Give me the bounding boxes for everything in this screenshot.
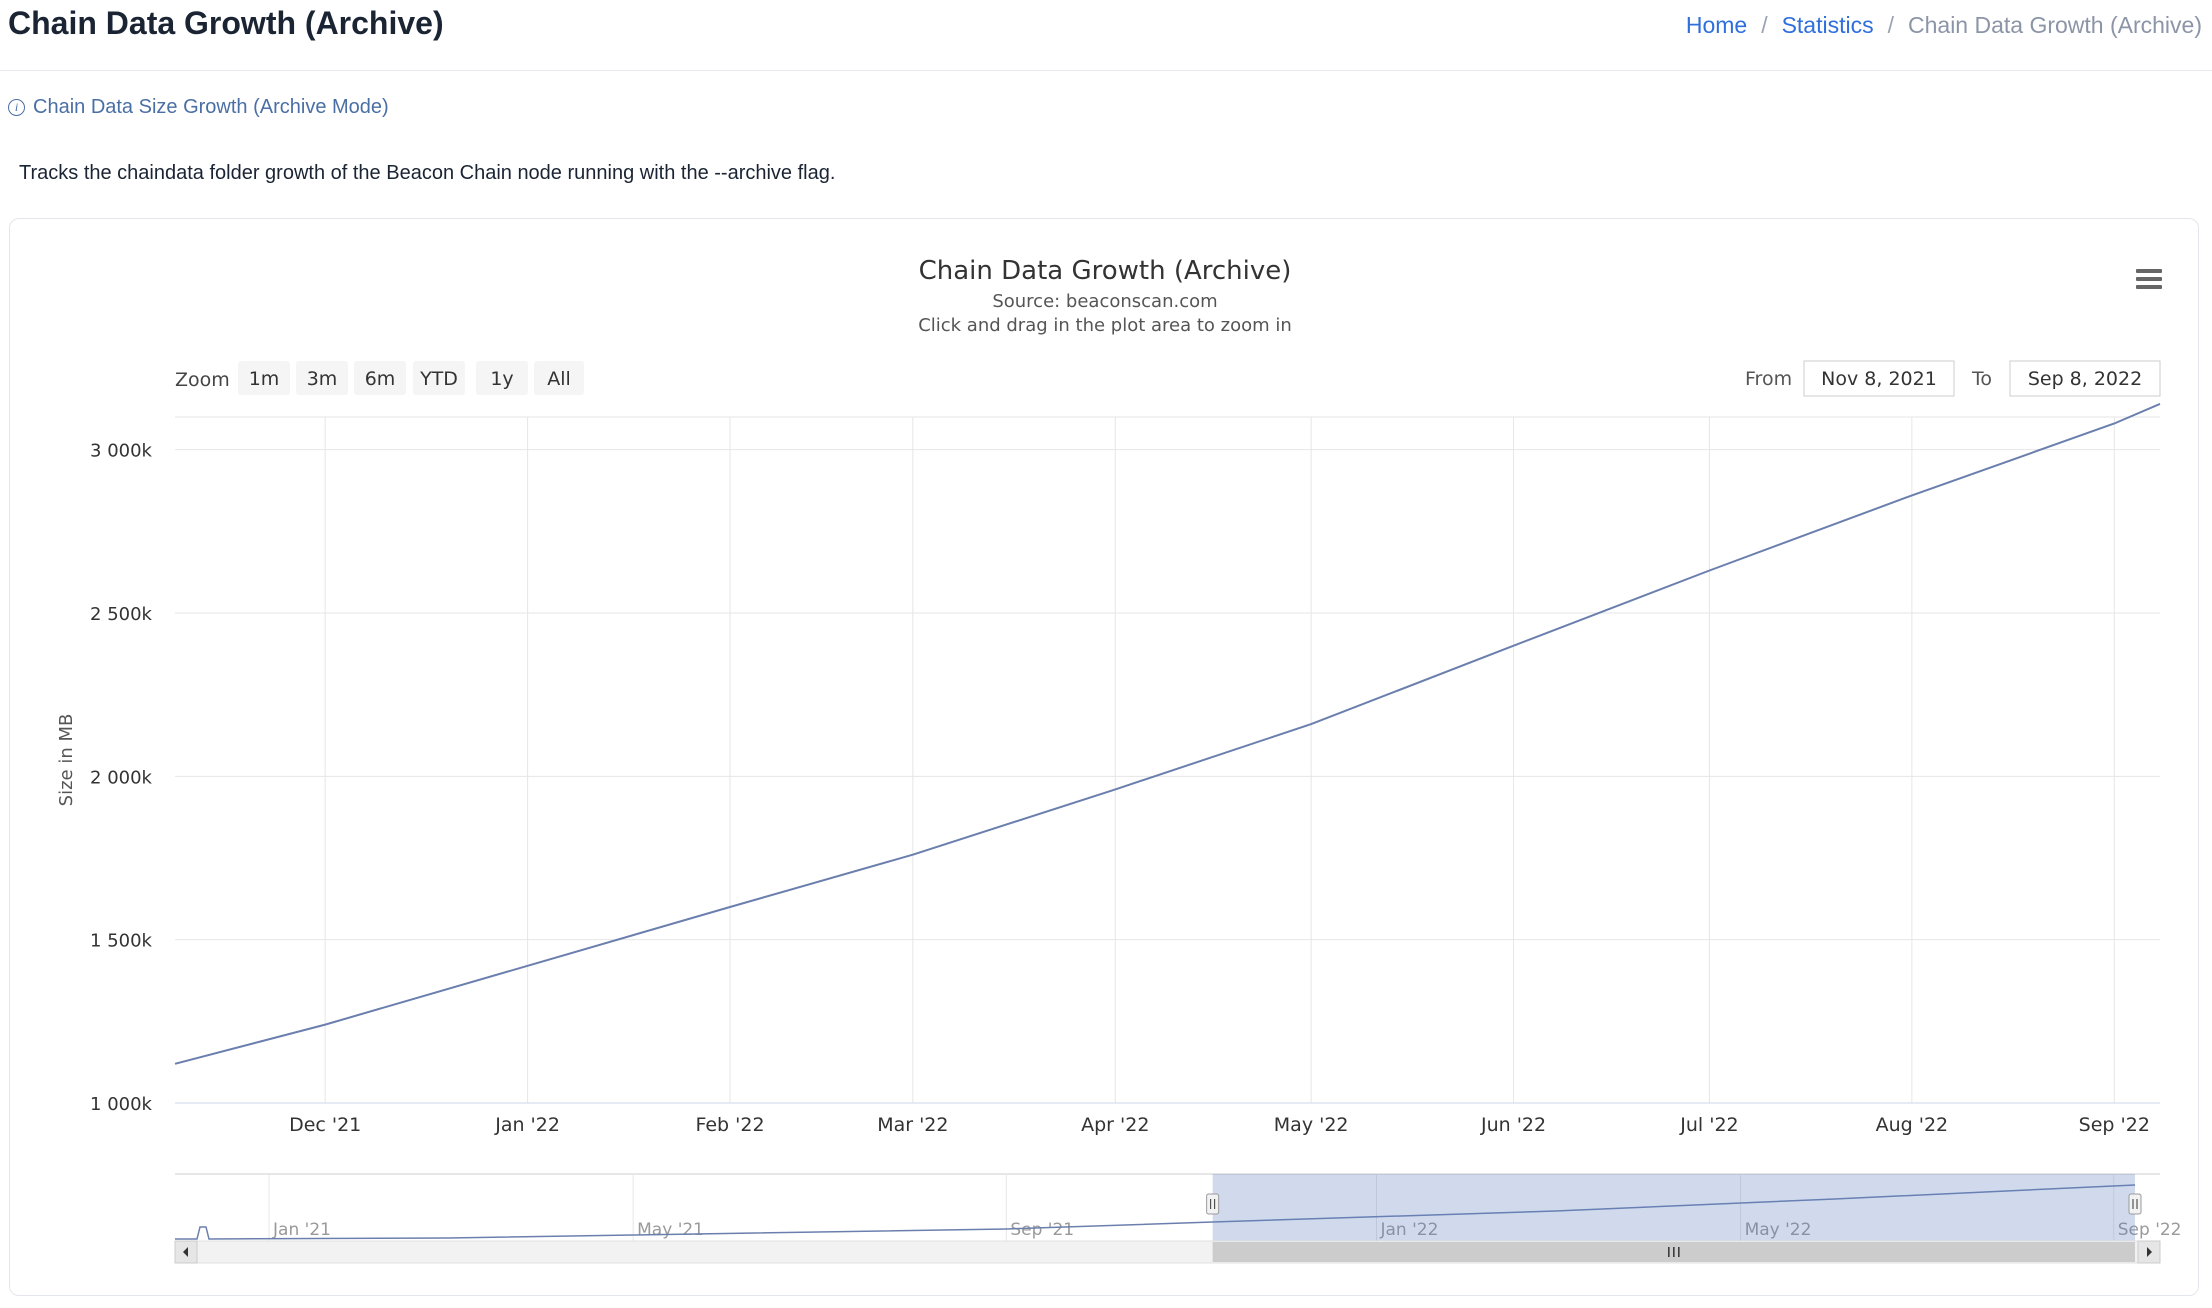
x-tick-label: Feb '22 bbox=[695, 1114, 764, 1136]
x-tick-label: Apr '22 bbox=[1081, 1114, 1149, 1136]
navigator-tick-label: May '21 bbox=[637, 1220, 704, 1240]
info-line: i Chain Data Size Growth (Archive Mode) bbox=[8, 96, 389, 119]
range-from-value: Nov 8, 2021 bbox=[1821, 368, 1937, 390]
breadcrumb-separator: / bbox=[1887, 12, 1894, 38]
x-tick-label: Aug '22 bbox=[1876, 1114, 1949, 1136]
range-to-label: To bbox=[1971, 368, 1992, 390]
y-tick-label: 2 500k bbox=[90, 604, 153, 625]
chart-subtitle: Source: beaconscan.com bbox=[992, 291, 1217, 312]
series-line-0[interactable] bbox=[174, 402, 2161, 1065]
hamburger-menu-icon[interactable] bbox=[2136, 269, 2162, 289]
chart-subtitle-hint: Click and drag in the plot area to zoom … bbox=[918, 315, 1292, 336]
navigator-right-handle[interactable] bbox=[2128, 1193, 2142, 1215]
y-tick-label: 3 000k bbox=[90, 441, 153, 462]
x-tick-label: Dec '21 bbox=[289, 1114, 361, 1136]
page-title: Chain Data Growth (Archive) bbox=[8, 5, 444, 41]
breadcrumb-current: Chain Data Growth (Archive) bbox=[1908, 12, 2202, 38]
zoom-button-label: YTD bbox=[419, 368, 458, 390]
chart-card: Chain Data Growth (Archive) Source: beaco… bbox=[9, 218, 2199, 1296]
x-tick-label: Jun '22 bbox=[1480, 1114, 1546, 1136]
x-tick-label: Jan '22 bbox=[494, 1114, 560, 1136]
y-tick-label: 1 000k bbox=[90, 1094, 153, 1115]
chart-svg[interactable]: Chain Data Growth (Archive) Source: beaco… bbox=[10, 219, 2200, 1297]
zoom-button-label: 1m bbox=[249, 368, 280, 390]
breadcrumb-separator: / bbox=[1761, 12, 1768, 38]
breadcrumb-statistics-link[interactable]: Statistics bbox=[1782, 8, 1874, 42]
breadcrumb: Home / Statistics / Chain Data Growth (A… bbox=[1686, 8, 2202, 42]
navigator-tick-label: Jan '21 bbox=[272, 1220, 331, 1240]
range-from-label: From bbox=[1745, 368, 1792, 390]
page-description: Tracks the chaindata folder growth of th… bbox=[19, 162, 836, 184]
zoom-button-label: 6m bbox=[365, 368, 396, 390]
y-axis-label: Size in MB bbox=[56, 714, 77, 807]
x-tick-label: Mar '22 bbox=[877, 1114, 948, 1136]
info-label: Chain Data Size Growth (Archive Mode) bbox=[33, 96, 389, 118]
zoom-button-label: 1y bbox=[490, 368, 513, 390]
y-tick-label: 1 500k bbox=[90, 931, 153, 952]
y-tick-label: 2 000k bbox=[90, 767, 153, 788]
zoom-button-label: 3m bbox=[307, 368, 338, 390]
x-tick-label: May '22 bbox=[1274, 1114, 1349, 1136]
chart-title: Chain Data Growth (Archive) bbox=[919, 256, 1292, 286]
x-tick-label: Sep '22 bbox=[2079, 1114, 2150, 1136]
range-to-value: Sep 8, 2022 bbox=[2028, 368, 2142, 390]
breadcrumb-home-link[interactable]: Home bbox=[1686, 8, 1747, 42]
navigator-selection-mask[interactable] bbox=[1212, 1174, 2135, 1241]
navigator-tick-label: Sep '21 bbox=[1010, 1220, 1074, 1240]
page-header: Chain Data Growth (Archive) Home / Stati… bbox=[0, 0, 2212, 71]
info-icon: i bbox=[8, 99, 25, 116]
x-tick-label: Jul '22 bbox=[1679, 1114, 1738, 1136]
zoom-button-label: All bbox=[547, 368, 571, 390]
zoom-label: Zoom bbox=[175, 369, 230, 391]
navigator-left-handle[interactable] bbox=[1206, 1193, 1220, 1215]
